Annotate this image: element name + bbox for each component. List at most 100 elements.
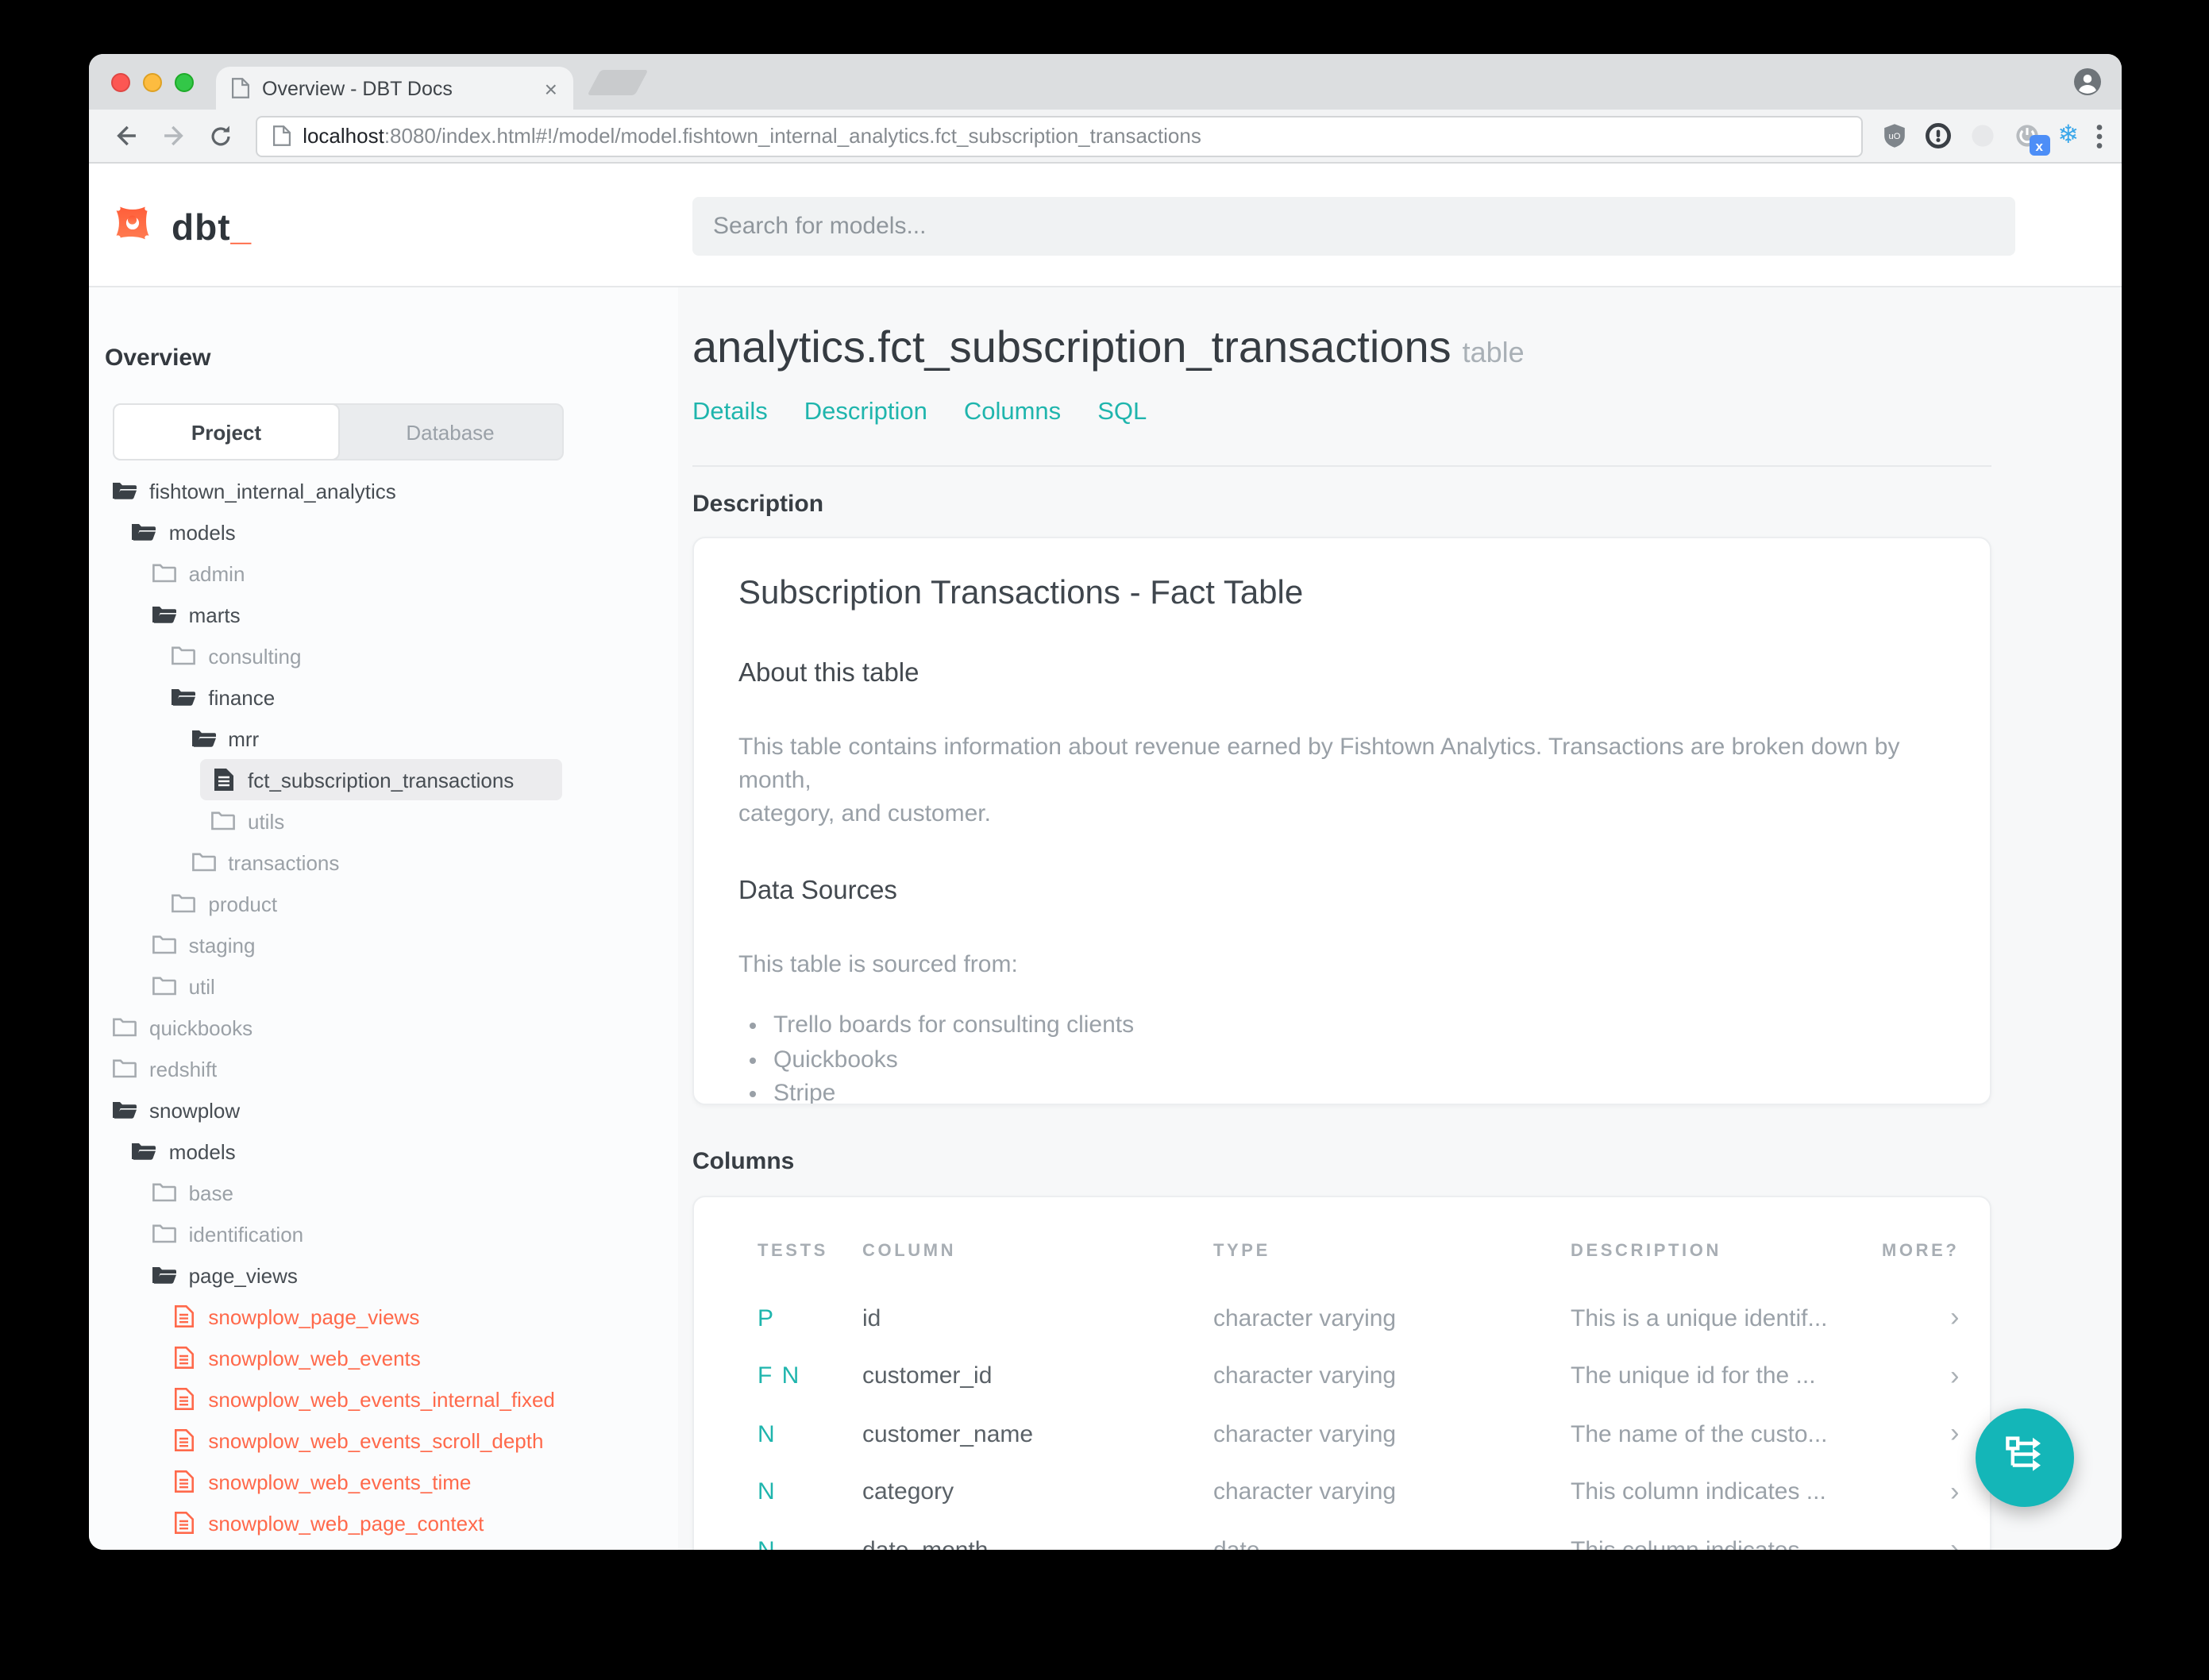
nav-link-sql[interactable]: SQL [1097,399,1147,427]
browser-menu-kebab-icon[interactable] [2096,123,2103,148]
model-nav-links: Details Description Columns SQL [692,399,1147,427]
column-header-type: TYPE [1213,1242,1270,1261]
data-sources-subheading: Data Sources [738,877,897,905]
folder-closed-icon [152,935,176,954]
new-tab-button[interactable] [587,70,649,95]
tree-item-snowplow_web_events[interactable]: snowplow_web_events [89,1337,678,1378]
row-expand-chevron-icon[interactable]: › [1882,1463,1984,1521]
tree-item-snowplow_web_page_context[interactable]: snowplow_web_page_context [89,1502,678,1543]
nav-link-columns[interactable]: Columns [964,399,1061,427]
tree-item-label: product [208,892,278,915]
file-outline-icon [172,1305,195,1327]
tree-item-label: page_views [188,1263,298,1287]
column-header-description: DESCRIPTION [1571,1242,1721,1261]
tree-item-snowplow_page_views[interactable]: snowplow_page_views [89,1296,678,1337]
onepassword-icon[interactable] [1924,122,1951,149]
url-text: localhost:8080/index.html#!/model/model.… [303,124,1201,148]
card-heading: Subscription Transactions - Fact Table [738,575,1304,611]
browser-tab[interactable]: Overview - DBT Docs × [216,67,573,110]
url-bar[interactable]: localhost:8080/index.html#!/model/model.… [255,115,1863,156]
minimize-window-button[interactable] [143,72,162,91]
nav-link-details[interactable]: Details [692,399,768,427]
tree-item-page_views[interactable]: page_views [89,1254,678,1296]
row-expand-chevron-icon[interactable]: › [1882,1405,1984,1463]
tree-item-fct_subscription_transactions[interactable]: fct_subscription_transactions [200,759,562,800]
row-expand-chevron-icon[interactable]: › [1882,1289,1984,1347]
cell-colname: id [862,1304,881,1332]
sidebar-overview-link[interactable]: Overview [105,345,210,372]
folder-open-icon [113,481,137,500]
column-header-column: COLUMN [862,1242,957,1261]
tree-item-label: admin [188,561,245,585]
folder-open-icon [152,605,176,624]
snowflake-icon[interactable]: ❄ [2057,122,2079,148]
tree-item-label: mrr [228,726,260,750]
back-button[interactable] [108,117,145,155]
tree-item-snowplow[interactable]: snowplow [89,1089,678,1131]
source-list-item: Quickbooks [773,1042,1945,1077]
folder-open-icon [132,522,156,541]
power-extension-icon[interactable]: x [2013,122,2050,156]
tree-item-label: snowplow_web_page_context [208,1511,484,1535]
tree-item-quickbooks[interactable]: quickbooks [89,1007,678,1048]
tree-item-label: staging [188,933,256,957]
tree-item-label: redshift [149,1057,218,1081]
sidebar-tab-database[interactable]: Database [338,405,562,459]
lineage-graph-fab[interactable] [1976,1408,2074,1507]
tree-item-snowplow_web_events_scroll_depth[interactable]: snowplow_web_events_scroll_depth [89,1420,678,1461]
tree-item-fishtown_internal_analytics[interactable]: fishtown_internal_analytics [89,470,678,511]
tree-item-finance[interactable]: finance [89,676,678,718]
tree-item-mrr[interactable]: mrr [89,718,678,759]
folder-open-icon [132,1142,156,1161]
faded-extension-icon[interactable] [1968,122,1995,149]
model-title-text: analytics.fct_subscription_transactions [692,322,1451,372]
row-expand-chevron-icon[interactable]: › [1882,1521,1984,1551]
cell-cdesc: This column indicates ... [1571,1521,1882,1551]
url-path: :8080/index.html#!/model/model.fishtown_… [384,124,1201,148]
file-tree: fishtown_internal_analytics models admin ma… [89,470,678,1543]
tree-item-utils[interactable]: utils [89,800,678,842]
tree-item-label: snowplow [149,1098,241,1122]
file-outline-icon [172,1429,195,1451]
tree-item-base[interactable]: base [89,1172,678,1213]
cell-cdesc: The name of the custo... [1571,1420,1828,1448]
forward-button[interactable] [155,117,192,155]
dbt-logo-text: dbt_ [172,206,253,247]
tree-item-transactions[interactable]: transactions [89,842,678,883]
tree-item-label: snowplow_web_events [208,1346,421,1370]
dbt-logo[interactable]: dbt_ [108,198,252,256]
tab-close-icon[interactable]: × [545,75,557,101]
tree-item-models[interactable]: models [89,511,678,553]
cell-ctype: character varying [1213,1420,1397,1448]
cell-cdesc: This is a unique identif... [1571,1304,1828,1332]
tree-item-util[interactable]: util [89,965,678,1007]
tree-item-product[interactable]: product [89,883,678,924]
reload-button[interactable] [202,117,239,155]
folder-open-icon [172,688,196,707]
browser-profile-icon[interactable] [2074,68,2101,95]
column-header-tests: TESTS [758,1242,828,1261]
tree-item-redshift[interactable]: redshift [89,1048,678,1089]
close-window-button[interactable] [111,72,130,91]
folder-open-icon [113,1100,137,1119]
cell-ctype: character varying [1213,1478,1397,1506]
row-expand-chevron-icon[interactable]: › [1882,1347,1984,1405]
tree-item-snowplow_web_events_time[interactable]: snowplow_web_events_time [89,1461,678,1502]
tree-item-admin[interactable]: admin [89,553,678,594]
zoom-window-button[interactable] [175,72,194,91]
extension-icons: uO x ❄ [1881,122,2103,156]
tree-item-identification[interactable]: identification [89,1213,678,1254]
columns-table: TESTS COLUMN TYPE DESCRIPTION MORE? Pid charac… [758,1242,1959,1551]
search-input[interactable] [692,197,2015,256]
model-title: analytics.fct_subscription_transactions t… [692,322,1525,373]
tree-item-consulting[interactable]: consulting [89,635,678,676]
page-icon [272,125,291,146]
folder-closed-icon [152,1183,176,1202]
tree-item-snowplow_web_events_internal_fixed[interactable]: snowplow_web_events_internal_fixed [89,1378,678,1420]
tree-item-models[interactable]: models [89,1131,678,1172]
tree-item-marts[interactable]: marts [89,594,678,635]
tree-item-staging[interactable]: staging [89,924,678,965]
nav-link-description[interactable]: Description [804,399,927,427]
ublock-shield-icon[interactable]: uO [1881,122,1906,149]
sidebar-tab-project[interactable]: Project [114,405,338,459]
